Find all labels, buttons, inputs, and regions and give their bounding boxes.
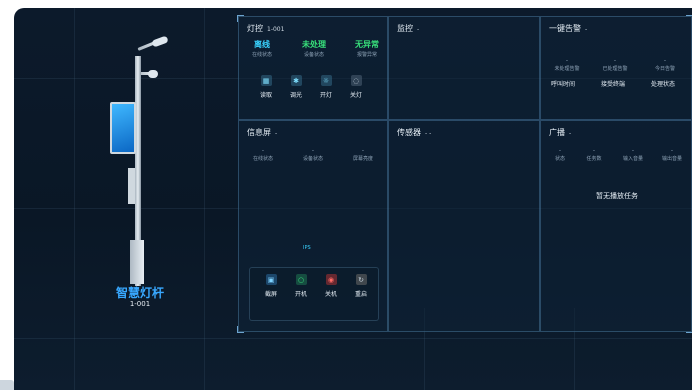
stat-broadcast-status: - 状态 xyxy=(554,147,565,162)
screen-preview-caption: IPS xyxy=(303,245,311,251)
call-time-label: 呼叫时间 xyxy=(551,81,576,88)
corner-decoration xyxy=(686,15,692,22)
info-screen-title: 信息屏 xyxy=(247,128,271,137)
corner-decoration xyxy=(237,326,244,333)
info-screen-panel: 信息屏 - - 在线状态 - 设备状态 - 屏幕亮度 IPS ▣ 截屏 ○ 开机… xyxy=(238,120,388,332)
empty-task-message: 暂无播放任务 xyxy=(596,192,638,200)
dim-button[interactable]: ✱ 调光 xyxy=(283,75,309,99)
dim-icon: ✱ xyxy=(290,75,302,86)
screen-controls-box: ▣ 截屏 ○ 开机 ◉ 关机 ↻ 重启 xyxy=(249,267,379,321)
power-on-button[interactable]: ○ 开机 xyxy=(288,274,314,298)
light-on-button[interactable]: ☼ 开灯 xyxy=(313,75,339,99)
stat-task-count: - 任务数 xyxy=(586,147,602,162)
power-off-button[interactable]: ◉ 关机 xyxy=(318,274,344,298)
light-control-id: 1-001 xyxy=(267,26,285,33)
stat-screen-online: - 在线状态 xyxy=(252,147,273,162)
pole-id: 1-001 xyxy=(129,300,151,308)
broadcast-panel: 广播 - - 状态 - 任务数 - 输入音量 - 输出音量 暂无播放任务 xyxy=(540,120,692,332)
read-icon: ▦ xyxy=(260,75,272,86)
stat-device: 未处理 设备状态 xyxy=(302,40,326,58)
power-on-icon: ○ xyxy=(295,274,307,285)
pole-cabinet xyxy=(128,168,135,204)
alarm-panel: 一键告警 - - 未处理告警 - 已处理告警 - 今日告警 呼叫时间 接受终端 处… xyxy=(540,16,692,120)
light-on-icon: ☼ xyxy=(320,75,332,86)
pole-screen xyxy=(110,102,136,154)
stat-alarm: 无异常 报警异常 xyxy=(355,40,379,58)
sensor-panel: 传感器 - - xyxy=(388,120,540,332)
screenshot-icon: ▣ xyxy=(265,274,277,285)
panel-grid: 灯控 1-001 离线 在线状态 未处理 设备状态 无异常 报警异常 ▦ 读取 ✱… xyxy=(237,15,692,333)
panel-title: 灯控 1-001 xyxy=(247,23,284,34)
stat-output-volume: - 输出音量 xyxy=(661,147,682,162)
light-off-icon: ◌ xyxy=(350,75,362,86)
light-off-button[interactable]: ◌ 关灯 xyxy=(343,75,369,99)
restart-button[interactable]: ↻ 重启 xyxy=(348,274,374,298)
screenshot-button[interactable]: ▣ 截屏 xyxy=(258,274,284,298)
pole-title: 智慧灯杆 xyxy=(115,286,164,300)
dashboard-screen: 智慧灯杆 1-001 灯控 1-001 离线 在线状态 未处理 设备状态 无异常 … xyxy=(14,8,692,390)
stat-screen-brightness: - 屏幕亮度 xyxy=(352,147,373,162)
stat-online: 离线 在线状态 xyxy=(251,40,272,58)
corner-decoration xyxy=(237,15,244,22)
sensor-title: 传感器 xyxy=(397,128,421,137)
corner-decoration xyxy=(686,326,692,333)
stat-handled: - 已处理告警 xyxy=(602,57,628,72)
light-control-title: 灯控 xyxy=(247,24,263,33)
camera-icon xyxy=(148,70,158,78)
monitor-title: 监控 xyxy=(397,24,413,33)
lamp-head xyxy=(151,35,169,48)
handle-status-label: 处理状态 xyxy=(651,81,676,88)
pole-base xyxy=(130,240,144,284)
stat-today: - 今日告警 xyxy=(654,57,675,72)
stat-input-volume: - 输入音量 xyxy=(622,147,643,162)
taskbar-icon[interactable] xyxy=(0,380,14,390)
stat-screen-device: - 设备状态 xyxy=(302,147,323,162)
monitor-panel: 监控 - xyxy=(388,16,540,120)
light-control-panel: 灯控 1-001 离线 在线状态 未处理 设备状态 无异常 报警异常 ▦ 读取 ✱… xyxy=(238,16,388,120)
receive-terminal-label: 接受终端 xyxy=(601,81,626,88)
power-off-icon: ◉ xyxy=(325,274,337,285)
restart-icon: ↻ xyxy=(355,274,367,285)
alarm-title: 一键告警 xyxy=(549,24,581,33)
read-button[interactable]: ▦ 读取 xyxy=(253,75,279,99)
stat-unhandled: - 未处理告警 xyxy=(554,57,580,72)
broadcast-title: 广播 xyxy=(549,128,565,137)
pole-visual: 智慧灯杆 1-001 xyxy=(14,8,238,390)
